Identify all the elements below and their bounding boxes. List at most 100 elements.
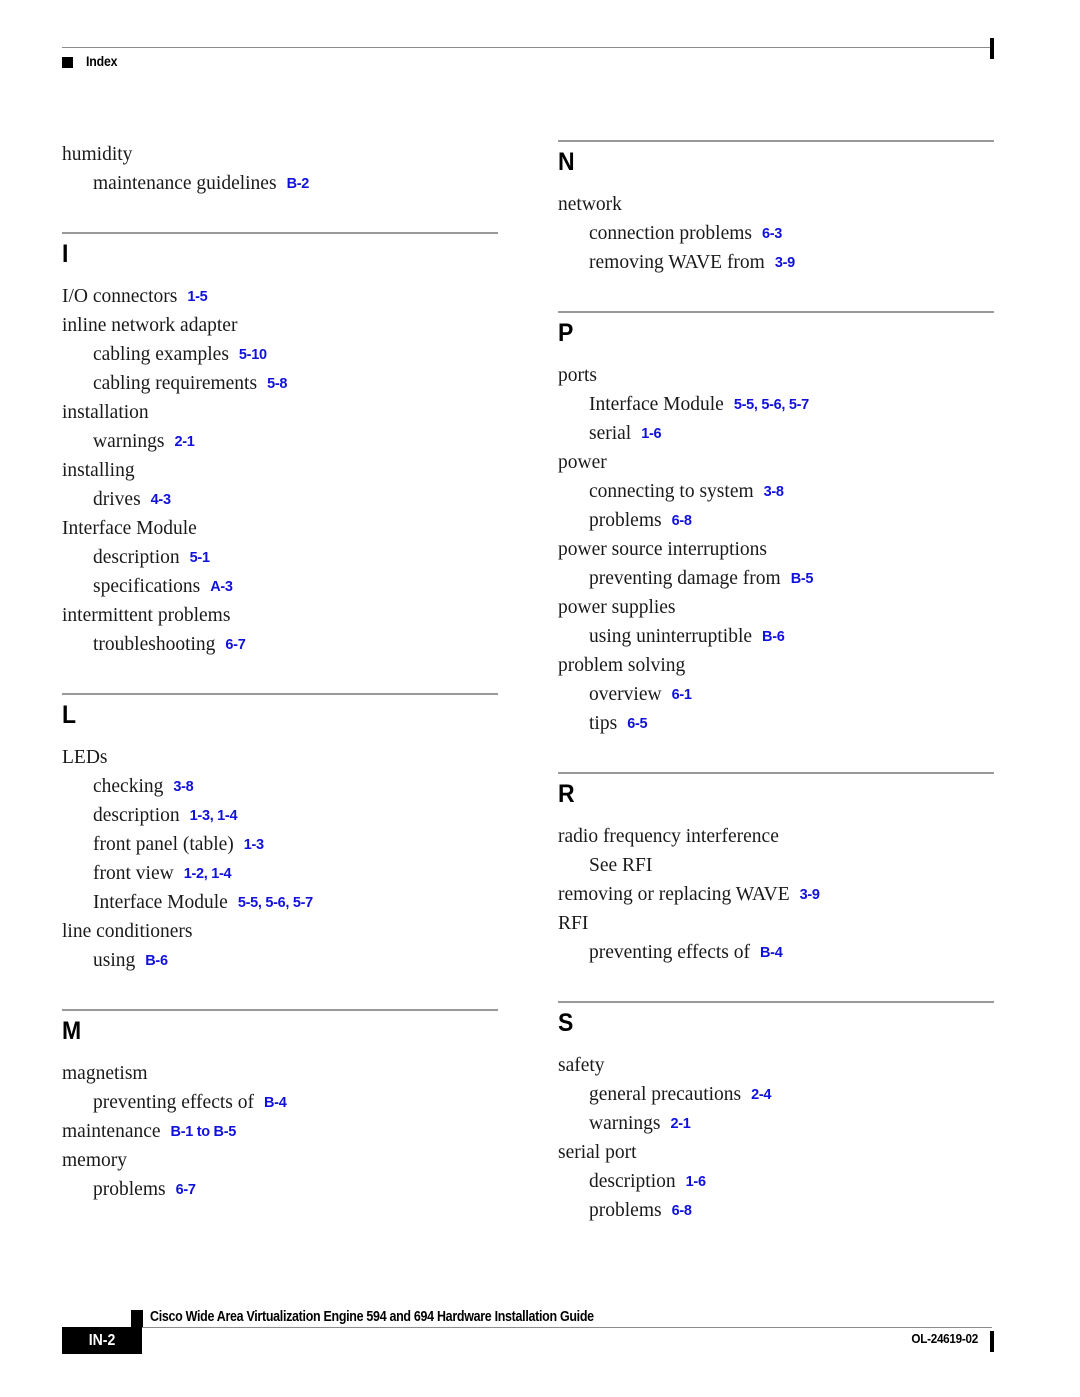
index-entry: radio frequency interference — [558, 822, 994, 851]
index-entry-term: general precautions — [589, 1084, 742, 1105]
index-entry: description 5-1 — [62, 543, 498, 572]
index-entry-term: maintenance guidelines — [93, 173, 277, 194]
index-entry-page-reference[interactable]: 1-3 — [244, 837, 264, 853]
section-divider-rule — [62, 1009, 498, 1011]
index-entry-term: connection problems — [589, 223, 752, 244]
index-entry: Interface Module — [62, 514, 498, 543]
index-entry-term: description — [93, 805, 180, 826]
index-entry: description 1-6 — [558, 1167, 994, 1196]
index-entry: maintenance B-1 to B-5 — [62, 1117, 498, 1146]
index-entry: connection problems 6-3 — [558, 219, 994, 248]
footer-rule — [137, 1327, 992, 1328]
index-entry-page-reference[interactable]: B-4 — [760, 945, 783, 961]
index-entry-page-reference[interactable]: B-5 — [791, 571, 814, 587]
index-entry: preventing effects of B-4 — [558, 938, 994, 967]
index-entry-term: troubleshooting — [93, 634, 216, 655]
index-entry: serial 1-6 — [558, 419, 994, 448]
index-entry-page-reference[interactable]: 3-8 — [173, 779, 193, 795]
index-entry-term: problems — [589, 510, 662, 531]
section-letter: P — [558, 319, 574, 347]
index-entry-term: problems — [93, 1179, 166, 1200]
index-entry-page-reference[interactable]: 3-9 — [800, 887, 820, 903]
header-rule — [62, 47, 992, 48]
index-entry-term: tips — [589, 713, 618, 734]
index-entry-term: safety — [558, 1055, 605, 1076]
index-entry-page-reference[interactable]: 3-8 — [764, 484, 784, 500]
index-entry-page-reference[interactable]: 6-5 — [627, 716, 647, 732]
index-entry: power source interruptions — [558, 535, 994, 564]
index-entry-page-reference[interactable]: B-1 to B-5 — [171, 1124, 237, 1140]
index-entry-list: magnetism preventing effects of B-4 mainten… — [62, 1059, 498, 1204]
index-section-i: I I/O connectors 1-5 inline network adapter… — [62, 232, 498, 659]
index-entry-page-reference[interactable]: 1-6 — [686, 1174, 706, 1190]
index-entry-page-reference[interactable]: 6-7 — [176, 1182, 196, 1198]
index-entry-page-reference[interactable]: 2-1 — [671, 1116, 691, 1132]
index-entry-term: drives — [93, 489, 141, 510]
index-entry-term: overview — [589, 684, 662, 705]
index-entry-term: connecting to system — [589, 481, 754, 502]
index-entry: warnings 2-1 — [62, 427, 498, 456]
index-entry-page-reference[interactable]: 6-8 — [672, 513, 692, 529]
index-entry: connecting to system 3-8 — [558, 477, 994, 506]
index-entry-page-reference[interactable]: 4-3 — [151, 492, 171, 508]
index-entry: See RFI — [558, 851, 994, 880]
index-entry: cabling examples 5-10 — [62, 340, 498, 369]
index-entry-page-reference[interactable]: B-2 — [287, 176, 310, 192]
index-entry: problems 6-8 — [558, 506, 994, 535]
index-entry-page-reference[interactable]: 6-8 — [672, 1203, 692, 1219]
index-section-r: Rradio frequency interference See RFI remo… — [558, 772, 994, 967]
index-entry-page-reference[interactable]: 2-4 — [751, 1087, 771, 1103]
index-entry: power — [558, 448, 994, 477]
index-entry: drives 4-3 — [62, 485, 498, 514]
index-entry-page-reference[interactable]: 1-2, 1-4 — [184, 866, 232, 882]
index-entry-page-reference[interactable]: B-6 — [762, 629, 785, 645]
black-square-bullet-icon — [62, 57, 73, 68]
index-entry: problem solving — [558, 651, 994, 680]
index-entry-page-reference[interactable]: 1-6 — [641, 426, 661, 442]
footer-corner-tick — [131, 1310, 143, 1327]
page-title: Index — [86, 53, 118, 69]
index-entry-page-reference[interactable]: 5-10 — [239, 347, 267, 363]
index-entry-page-reference[interactable]: 5-5, 5-6, 5-7 — [238, 895, 313, 911]
index-entry-page-reference[interactable]: 6-7 — [225, 637, 245, 653]
index-entry: safety — [558, 1051, 994, 1080]
header-edge-tick-marker — [990, 38, 994, 59]
index-entry-term: description — [93, 547, 180, 568]
index-entry-page-reference[interactable]: 5-1 — [190, 550, 210, 566]
index-entry-page-reference[interactable]: B-4 — [264, 1095, 287, 1111]
index-entry-term: maintenance — [62, 1121, 161, 1142]
index-entry-page-reference[interactable]: 3-9 — [775, 255, 795, 271]
index-entry-page-reference[interactable]: 6-1 — [672, 687, 692, 703]
index-section-continued: humidity maintenance guidelines B-2 — [62, 140, 498, 198]
section-divider-rule — [62, 232, 498, 234]
index-entry-term: magnetism — [62, 1063, 148, 1084]
section-divider-rule — [558, 311, 994, 313]
index-entry: humidity — [62, 140, 498, 169]
index-entry: general precautions 2-4 — [558, 1080, 994, 1109]
index-entry-term: LEDs — [62, 747, 108, 768]
index-entry-term: removing or replacing WAVE — [558, 884, 790, 905]
index-entry-term: inline network adapter — [62, 315, 238, 336]
index-entry-page-reference[interactable]: A-3 — [210, 579, 233, 595]
index-entry: LEDs — [62, 743, 498, 772]
index-entry: intermittent problems — [62, 601, 498, 630]
index-column-left: humidity maintenance guidelines B-2 I I/O co… — [62, 140, 498, 1204]
index-entry-page-reference[interactable]: 5-8 — [267, 376, 287, 392]
section-divider-rule — [558, 1001, 994, 1003]
index-entry-page-reference[interactable]: 5-5, 5-6, 5-7 — [734, 397, 809, 413]
index-entry: Interface Module 5-5, 5-6, 5-7 — [62, 888, 498, 917]
index-section-n: Nnetwork connection problems 6-3 removing W… — [558, 140, 994, 277]
index-entry-term: I/O connectors — [62, 286, 178, 307]
index-entry-page-reference[interactable]: 1-5 — [187, 289, 207, 305]
index-entry: removing or replacing WAVE 3-9 — [558, 880, 994, 909]
index-entry-page-reference[interactable]: 2-1 — [175, 434, 195, 450]
index-entry-page-reference[interactable]: B-6 — [145, 953, 168, 969]
index-entry-term: installing — [62, 460, 135, 481]
index-entry: using uninterruptible B-6 — [558, 622, 994, 651]
index-entry-page-reference[interactable]: 6-3 — [762, 226, 782, 242]
index-entry-term: problems — [589, 1200, 662, 1221]
index-entry-page-reference[interactable]: 1-3, 1-4 — [190, 808, 238, 824]
